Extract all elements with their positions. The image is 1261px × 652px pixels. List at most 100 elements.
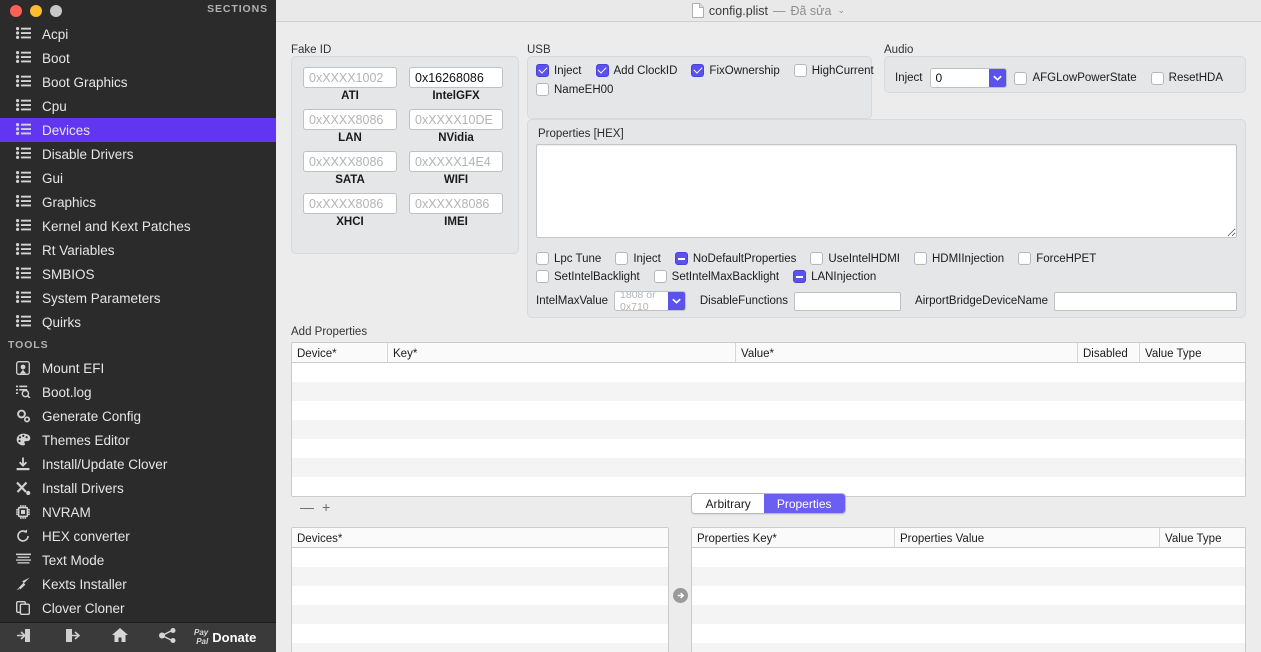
fake-id-input-nvidia[interactable]: 0xXXXX10DE: [409, 109, 503, 130]
column-header[interactable]: Value Type: [1160, 528, 1245, 547]
checkbox-add-clockid[interactable]: Add ClockID: [595, 64, 677, 77]
fake-id-input-intelgfx[interactable]: 0x16268086: [409, 67, 503, 88]
table-row[interactable]: [692, 586, 1245, 605]
intel-max-value-select[interactable]: 1808 or 0x710: [614, 291, 686, 311]
share-button[interactable]: [144, 623, 192, 652]
checkbox-box[interactable]: [793, 64, 807, 77]
sidebar-item-boot[interactable]: Boot: [0, 46, 276, 70]
arrow-right-circle-icon[interactable]: [672, 587, 688, 603]
table-row[interactable]: [292, 605, 668, 624]
sidebar-item-quirks[interactable]: Quirks: [0, 310, 276, 334]
table-row[interactable]: [292, 567, 668, 586]
sidebar-item-install-drivers[interactable]: Install Drivers: [0, 476, 276, 500]
table-row[interactable]: [292, 458, 1245, 477]
checkbox-box[interactable]: [536, 83, 549, 96]
checkbox-box[interactable]: [536, 64, 549, 77]
chevron-down-icon[interactable]: [989, 69, 1007, 87]
sidebar-item-mount-efi[interactable]: Mount EFI: [0, 356, 276, 380]
sidebar-item-gui[interactable]: Gui: [0, 166, 276, 190]
sidebar-item-install-update-clover[interactable]: Install/Update Clover: [0, 452, 276, 476]
donate-button[interactable]: Pay Pal Donate: [194, 628, 256, 646]
sidebar-item-clover-cloner[interactable]: Clover Cloner: [0, 596, 276, 620]
column-header[interactable]: Disabled: [1078, 343, 1140, 362]
column-header[interactable]: Device*: [292, 343, 388, 362]
sidebar-item-kernel-and-kext-patches[interactable]: Kernel and Kext Patches: [0, 214, 276, 238]
table-row[interactable]: [292, 624, 668, 643]
checkbox-setintelbacklight[interactable]: SetIntelBacklight: [536, 270, 640, 283]
minimize-window-button[interactable]: [30, 5, 42, 17]
checkbox-resethda[interactable]: ResetHDA: [1150, 71, 1223, 85]
checkbox-box[interactable]: [536, 252, 549, 265]
checkbox-box[interactable]: [674, 252, 688, 265]
fake-id-input-sata[interactable]: 0xXXXX8086: [303, 151, 397, 172]
tab-arbitrary[interactable]: Arbitrary: [692, 494, 764, 513]
import-button[interactable]: [0, 623, 48, 652]
column-header[interactable]: Key*: [388, 343, 736, 362]
checkbox-useintelhdmi[interactable]: UseIntelHDMI: [810, 252, 900, 265]
column-header[interactable]: Properties Value: [895, 528, 1160, 547]
sidebar-item-text-mode[interactable]: Text Mode: [0, 548, 276, 572]
checkbox-laninjection[interactable]: LANInjection: [793, 270, 876, 283]
fake-id-input-wifi[interactable]: 0xXXXX14E4: [409, 151, 503, 172]
maximize-window-button[interactable]: [50, 5, 62, 17]
sidebar-item-generate-config[interactable]: Generate Config: [0, 404, 276, 428]
checkbox-box[interactable]: [793, 270, 807, 283]
checkbox-box[interactable]: [595, 64, 609, 77]
fake-id-input-imei[interactable]: 0xXXXX8086: [409, 193, 503, 214]
checkbox-hdmiinjection[interactable]: HDMIInjection: [913, 252, 1004, 265]
devices-column-header[interactable]: Devices*: [292, 528, 668, 547]
checkbox-box[interactable]: [1150, 71, 1164, 85]
table-row[interactable]: [692, 567, 1245, 586]
checkbox-box[interactable]: [913, 252, 927, 265]
checkbox-box[interactable]: [536, 270, 549, 283]
fake-id-input-lan[interactable]: 0xXXXX8086: [303, 109, 397, 130]
checkbox-afglowpowerstate[interactable]: AFGLowPowerState: [1014, 71, 1137, 85]
table-row[interactable]: [292, 363, 1245, 382]
sidebar-item-acpi[interactable]: Acpi: [0, 22, 276, 46]
home-button[interactable]: [96, 623, 144, 652]
sidebar-item-boot-log[interactable]: Boot.log: [0, 380, 276, 404]
audio-inject-select[interactable]: 0: [929, 68, 1008, 88]
sidebar-item-devices[interactable]: Devices: [0, 118, 276, 142]
checkbox-inject[interactable]: Inject: [615, 252, 661, 265]
export-button[interactable]: [48, 623, 96, 652]
sidebar-item-boot-graphics[interactable]: Boot Graphics: [0, 70, 276, 94]
properties-hex-textarea[interactable]: [536, 144, 1237, 238]
fake-id-input-xhci[interactable]: 0xXXXX8086: [303, 193, 397, 214]
checkbox-box[interactable]: [1014, 71, 1028, 85]
sidebar-item-nvram[interactable]: NVRAM: [0, 500, 276, 524]
sidebar-item-kexts-installer[interactable]: Kexts Installer: [0, 572, 276, 596]
checkbox-box[interactable]: [653, 270, 667, 283]
table-row[interactable]: [692, 605, 1245, 624]
fake-id-input-ati[interactable]: 0xXXXX1002: [303, 67, 397, 88]
airport-bridge-device-name-input[interactable]: [1054, 291, 1237, 311]
table-row[interactable]: [692, 643, 1245, 652]
checkbox-lpc-tune[interactable]: Lpc Tune: [536, 252, 601, 265]
column-header[interactable]: Value Type: [1140, 343, 1245, 362]
sidebar-item-hex-converter[interactable]: HEX converter: [0, 524, 276, 548]
sidebar-item-rt-variables[interactable]: Rt Variables: [0, 238, 276, 262]
sidebar-item-smbios[interactable]: SMBIOS: [0, 262, 276, 286]
checkbox-box[interactable]: [810, 252, 824, 265]
chevron-down-icon[interactable]: ⌄: [838, 5, 846, 16]
checkbox-box[interactable]: [691, 64, 705, 77]
checkbox-box[interactable]: [1018, 252, 1032, 265]
table-row[interactable]: [292, 548, 668, 567]
checkbox-setintelmaxbacklight[interactable]: SetIntelMaxBacklight: [653, 270, 779, 283]
table-row[interactable]: [292, 439, 1245, 458]
checkbox-highcurrent[interactable]: HighCurrent: [793, 64, 874, 77]
checkbox-forcehpet[interactable]: ForceHPET: [1018, 252, 1096, 265]
checkbox-inject[interactable]: Inject: [536, 64, 582, 77]
table-row[interactable]: [692, 624, 1245, 643]
tab-properties[interactable]: Properties: [763, 494, 845, 513]
column-header[interactable]: Properties Key*: [692, 528, 895, 547]
column-header[interactable]: Value*: [736, 343, 1078, 362]
sidebar-item-graphics[interactable]: Graphics: [0, 190, 276, 214]
sidebar-item-disable-drivers[interactable]: Disable Drivers: [0, 142, 276, 166]
checkbox-fixownership[interactable]: FixOwnership: [691, 64, 780, 77]
table-row[interactable]: [292, 420, 1245, 439]
close-window-button[interactable]: [10, 5, 22, 17]
table-row[interactable]: [292, 382, 1245, 401]
table-row[interactable]: [292, 401, 1245, 420]
table-row[interactable]: [292, 643, 668, 652]
